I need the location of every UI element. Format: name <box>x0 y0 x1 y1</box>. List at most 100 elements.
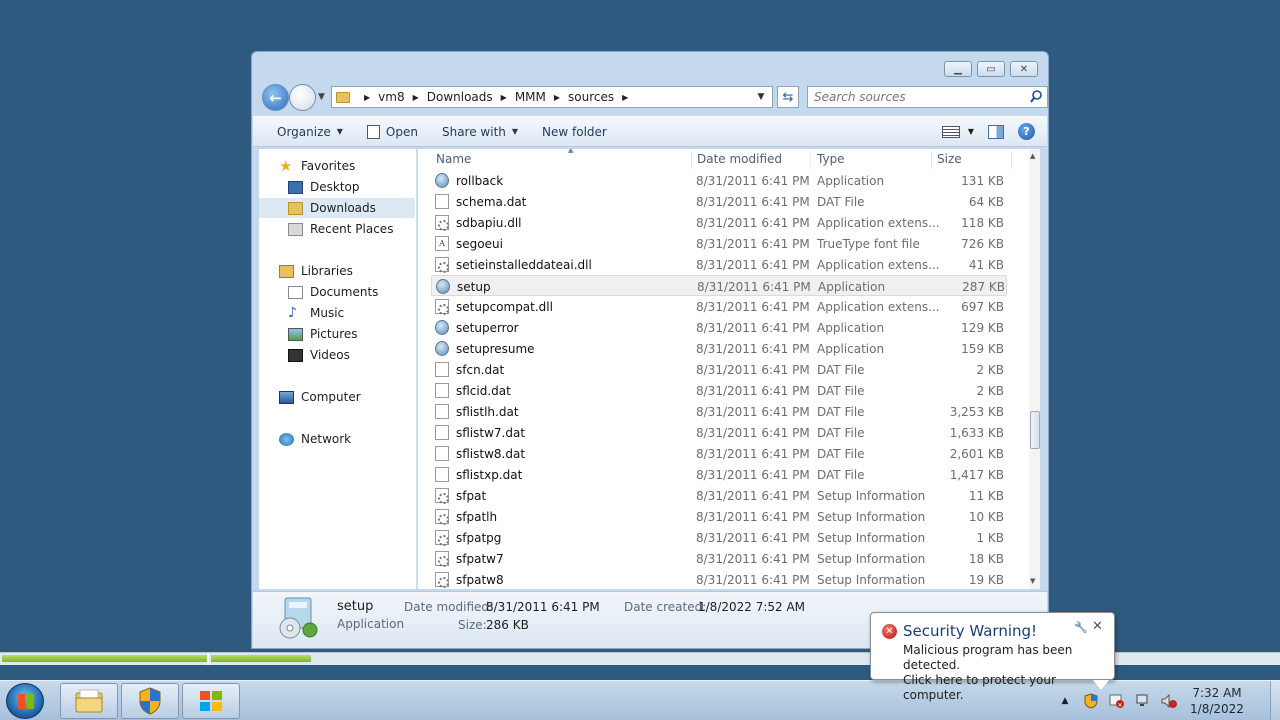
breadcrumb-vm8[interactable]: vm8 <box>378 90 404 104</box>
file-row[interactable]: setup 8/31/2011 6:41 PM Application 287 KB <box>431 275 1007 296</box>
chevron-right-icon[interactable]: ▶ <box>554 93 560 102</box>
file-row[interactable]: sdbapiu.dll 8/31/2011 6:41 PM Application … <box>431 212 1007 233</box>
maximize-button[interactable]: ▭ <box>977 61 1005 77</box>
file-row[interactable]: sflistw7.dat 8/31/2011 6:41 PM DAT File 1,6… <box>431 422 1007 443</box>
nav-downloads[interactable]: Downloads <box>259 198 415 218</box>
refresh-button[interactable]: ⇆ <box>777 86 799 108</box>
file-row[interactable]: sfpatlh 8/31/2011 6:41 PM Setup Informatio… <box>431 506 1007 527</box>
nav-favorites[interactable]: ★ Favorites <box>259 156 415 176</box>
libraries-icon <box>279 264 294 278</box>
file-name: sfpat <box>456 488 487 503</box>
file-row[interactable]: setupcompat.dll 8/31/2011 6:41 PM Applicat… <box>431 296 1007 317</box>
nav-network-label: Network <box>301 432 352 446</box>
back-button[interactable]: ← <box>262 84 289 111</box>
chevron-right-icon[interactable]: ▶ <box>622 93 628 102</box>
nav-music[interactable]: ♪ Music <box>259 303 415 323</box>
file-icon <box>435 194 449 209</box>
organize-menu[interactable]: Organize ▼ <box>253 117 355 146</box>
file-icon <box>435 467 449 482</box>
file-row[interactable]: sflistxp.dat 8/31/2011 6:41 PM DAT File 1,4… <box>431 464 1007 485</box>
nav-network[interactable]: Network <box>259 429 415 449</box>
file-row[interactable]: sfcn.dat 8/31/2011 6:41 PM DAT File 2 KB <box>431 359 1007 380</box>
help-icon[interactable]: ? <box>1018 123 1035 140</box>
detail-size: 286 KB <box>486 618 529 632</box>
file-name-cell: setuperror <box>435 317 519 338</box>
network-tray-icon[interactable] <box>1135 693 1151 709</box>
file-row[interactable]: setieinstalleddateai.dll 8/31/2011 6:41 P… <box>431 254 1007 275</box>
taskbar-security-button[interactable] <box>121 683 179 719</box>
file-row[interactable]: sflcid.dat 8/31/2011 6:41 PM DAT File 2 KB <box>431 380 1007 401</box>
chevron-right-icon[interactable]: ▶ <box>501 93 507 102</box>
close-button[interactable]: ✕ <box>1010 61 1038 77</box>
address-history-dropdown[interactable]: ▼ <box>750 92 772 102</box>
view-options-dropdown[interactable]: ▼ <box>968 127 974 136</box>
chevron-right-icon[interactable]: ▶ <box>364 93 370 102</box>
nav-desktop[interactable]: Desktop <box>259 177 415 197</box>
wrench-options-icon[interactable]: 🔧 <box>1074 621 1088 634</box>
clock[interactable]: 7:32 AM 1/8/2022 <box>1182 685 1252 717</box>
nav-documents[interactable]: Documents <box>259 282 415 302</box>
pictures-icon <box>288 327 303 341</box>
recent-pages-dropdown[interactable]: ▼ <box>318 92 325 102</box>
column-name[interactable]: Name ▲ <box>431 149 691 169</box>
scroll-down-arrow-icon[interactable]: ▼ <box>1030 577 1035 585</box>
balloon-close-icon[interactable]: ✕ <box>1092 619 1103 634</box>
breadcrumb-sources[interactable]: sources <box>568 90 614 104</box>
column-date-modified[interactable]: Date modified <box>692 149 810 169</box>
file-name: segoeui <box>456 236 503 251</box>
taskbar-explorer-button[interactable] <box>60 683 118 719</box>
file-row[interactable]: setuperror 8/31/2011 6:41 PM Application 12… <box>431 317 1007 338</box>
nav-computer[interactable]: Computer <box>259 387 415 407</box>
file-row[interactable]: sfpatpg 8/31/2011 6:41 PM Setup Informatio… <box>431 527 1007 548</box>
taskbar-windows-button[interactable] <box>182 683 240 719</box>
breadcrumb-mmm[interactable]: MMM <box>515 90 546 104</box>
column-divider[interactable] <box>1011 151 1012 169</box>
column-type[interactable]: Type <box>812 149 932 169</box>
file-row[interactable]: sfpat 8/31/2011 6:41 PM Setup Information 1… <box>431 485 1007 506</box>
minimize-button[interactable]: ▁ <box>944 61 972 77</box>
chevron-right-icon[interactable]: ▶ <box>413 93 419 102</box>
address-bar[interactable]: ▶ vm8 ▶ Downloads ▶ MMM ▶ sources ▶ ▼ <box>331 86 773 108</box>
file-name: setupresume <box>456 341 535 356</box>
security-warning-balloon[interactable]: ✕ Security Warning! 🔧 ✕ Malicious progra… <box>870 612 1115 702</box>
search-input[interactable] <box>814 90 1014 104</box>
show-desktop-button[interactable] <box>1270 681 1280 720</box>
file-row[interactable]: sfpatw7 8/31/2011 6:41 PM Setup Informatio… <box>431 548 1007 569</box>
file-row[interactable]: schema.dat 8/31/2011 6:41 PM DAT File 64 KB <box>431 191 1007 212</box>
nav-pictures[interactable]: Pictures <box>259 324 415 344</box>
file-row[interactable]: sflistw8.dat 8/31/2011 6:41 PM DAT File 2,6… <box>431 443 1007 464</box>
caret-down-icon: ▼ <box>336 127 343 136</box>
breadcrumb-downloads[interactable]: Downloads <box>427 90 493 104</box>
scrollbar-thumb[interactable] <box>1030 411 1040 449</box>
nav-videos[interactable]: Videos <box>259 345 415 365</box>
nav-recent-places[interactable]: Recent Places <box>259 219 415 239</box>
file-row[interactable]: rollback 8/31/2011 6:41 PM Application 131 … <box>431 170 1007 191</box>
file-name-cell: sfpatw8 <box>435 569 504 589</box>
start-button[interactable] <box>6 683 44 719</box>
folder-icon <box>336 91 350 103</box>
forward-button[interactable] <box>289 84 316 111</box>
file-date-cell: 8/31/2011 6:41 PM <box>696 320 810 335</box>
preview-pane-icon[interactable] <box>988 124 1004 139</box>
balloon-message[interactable]: Malicious program has been detected. Cli… <box>903 643 1114 703</box>
scroll-up-arrow-icon[interactable]: ▲ <box>1030 152 1035 160</box>
nav-libraries[interactable]: Libraries <box>259 261 415 281</box>
new-folder-button[interactable]: New folder <box>530 117 619 146</box>
volume-muted-icon[interactable] <box>1161 693 1177 709</box>
open-button[interactable]: Open <box>355 117 430 146</box>
file-row[interactable]: setupresume 8/31/2011 6:41 PM Application 1… <box>431 338 1007 359</box>
file-row[interactable]: sfpatw8 8/31/2011 6:41 PM Setup Informatio… <box>431 569 1007 589</box>
vertical-scrollbar[interactable]: ▲ ▼ <box>1029 149 1040 589</box>
search-box[interactable] <box>807 86 1048 108</box>
file-row[interactable]: sflistlh.dat 8/31/2011 6:41 PM DAT File 3,2… <box>431 401 1007 422</box>
file-type-cell: Setup Information <box>817 509 926 524</box>
change-view-icon[interactable] <box>941 125 960 138</box>
settings-file-icon <box>435 488 449 504</box>
column-divider[interactable] <box>810 151 811 169</box>
file-row[interactable]: Asegoeui 8/31/2011 6:41 PM TrueType font f… <box>431 233 1007 254</box>
nav-pictures-label: Pictures <box>310 327 358 341</box>
search-icon[interactable] <box>1030 90 1042 104</box>
column-size[interactable]: Size <box>932 149 1012 169</box>
nav-recent-places-label: Recent Places <box>310 222 394 236</box>
share-with-menu[interactable]: Share with ▼ <box>430 117 530 146</box>
